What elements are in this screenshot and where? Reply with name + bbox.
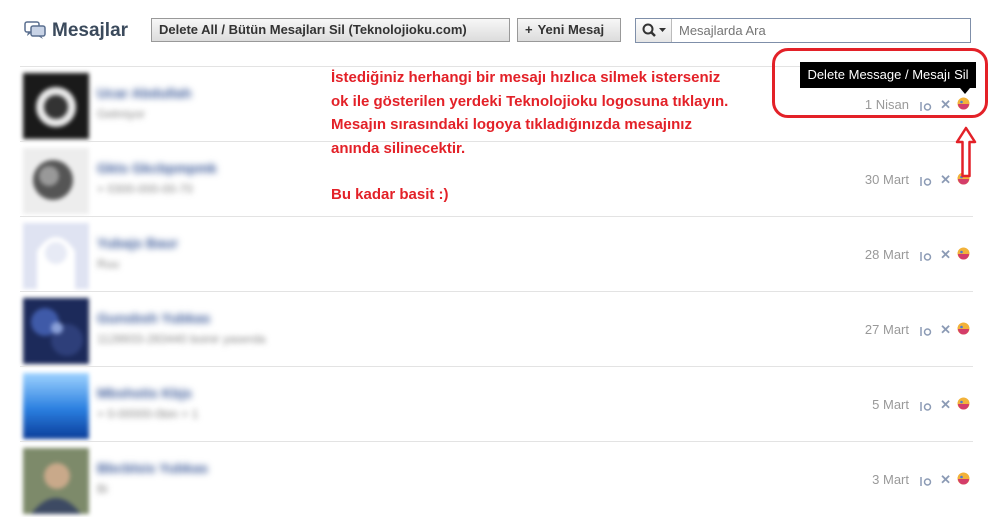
message-date: 28 Mart (864, 247, 909, 262)
message-row[interactable]: Yubajs Baur Ruu 28 Mart ✕ (20, 216, 973, 291)
message-snippet: Bi (97, 482, 108, 496)
page-title: Mesajlar (52, 20, 129, 41)
message-snippet: 1128933-283440 boinir yaserda (97, 332, 266, 346)
teknolojioku-logo-icon[interactable] (957, 472, 970, 485)
sender-name[interactable]: Mbshstis Kbjs (97, 385, 297, 401)
arrow-up-icon (955, 126, 977, 178)
close-icon[interactable]: ✕ (940, 247, 951, 263)
chevron-down-icon (659, 28, 666, 32)
search-box (635, 18, 971, 43)
mark-read-icon[interactable] (919, 249, 933, 263)
avatar (23, 223, 89, 289)
annotation-line: Mesajın sırasındaki logoya tıkladığınızd… (331, 116, 692, 133)
search-icon (642, 23, 666, 37)
close-icon[interactable]: ✕ (940, 322, 951, 338)
teknolojioku-logo-icon[interactable] (957, 397, 970, 410)
annotation-line: İstediğiniz herhangi bir mesajı hızlıca … (331, 69, 721, 86)
annotation-line: Bu kadar basit :) (331, 186, 449, 203)
new-message-button[interactable]: + Yeni Mesaj (517, 18, 621, 42)
delete-all-button[interactable]: Delete All / Bütün Mesajları Sil (Teknol… (151, 18, 510, 42)
message-snippet: Gelmiyor (97, 107, 146, 121)
sender-name[interactable]: Ucar Abdullah (97, 85, 297, 101)
mark-read-icon[interactable] (919, 174, 933, 188)
message-row[interactable]: Gunsbsh Yubkas 1128933-283440 boinir yas… (20, 291, 973, 366)
search-input[interactable] (673, 19, 969, 42)
mark-read-icon[interactable] (919, 324, 933, 338)
new-message-label: Yeni Mesaj (537, 22, 605, 37)
close-icon[interactable]: ✕ (940, 397, 951, 413)
sender-name[interactable]: Bbcblsis Yubkas (97, 460, 297, 476)
search-options-button[interactable] (636, 19, 672, 42)
tooltip-tail (960, 88, 970, 94)
avatar (23, 298, 89, 364)
plus-icon: + (525, 22, 533, 37)
annotation-line: ok ile gösterilen yerdeki Teknolojioku l… (331, 92, 729, 110)
annotation-line: anında silinecektir. (331, 139, 466, 157)
messages-icon (24, 21, 46, 39)
teknolojioku-logo-icon[interactable] (957, 247, 970, 260)
avatar (23, 448, 89, 514)
message-date: 3 Mart (872, 472, 909, 487)
message-snippet: Ruu (97, 257, 120, 271)
message-date: 5 Mart (872, 397, 909, 412)
sender-name[interactable]: Yubajs Baur (97, 235, 297, 251)
avatar (23, 73, 89, 139)
message-date: 30 Mart (864, 172, 909, 187)
avatar (23, 373, 89, 439)
mark-read-icon[interactable] (919, 474, 933, 488)
message-row[interactable]: Mbshstis Kbjs + 0-00000-0bin = 1 5 Mart … (20, 366, 973, 441)
instruction-annotation: İstediğiniz herhangi bir mesajı hızlıca … (331, 66, 791, 207)
message-snippet: + 0300-000-00-70 (97, 182, 193, 196)
delete-tooltip: Delete Message / Mesajı Sil (800, 62, 976, 88)
mark-read-icon[interactable] (919, 399, 933, 413)
message-snippet: + 0-00000-0bin = 1 (97, 407, 199, 421)
message-row[interactable]: Bbcblsis Yubkas Bi 3 Mart ✕ (20, 441, 973, 516)
teknolojioku-logo-icon[interactable] (957, 322, 970, 335)
close-icon[interactable]: ✕ (940, 172, 951, 188)
sender-name[interactable]: Gunsbsh Yubkas (97, 310, 297, 326)
sender-name[interactable]: Gkts Gkcbpmpmk (97, 160, 297, 176)
message-date: 27 Mart (864, 322, 909, 337)
close-icon[interactable]: ✕ (940, 472, 951, 488)
avatar (23, 148, 89, 214)
